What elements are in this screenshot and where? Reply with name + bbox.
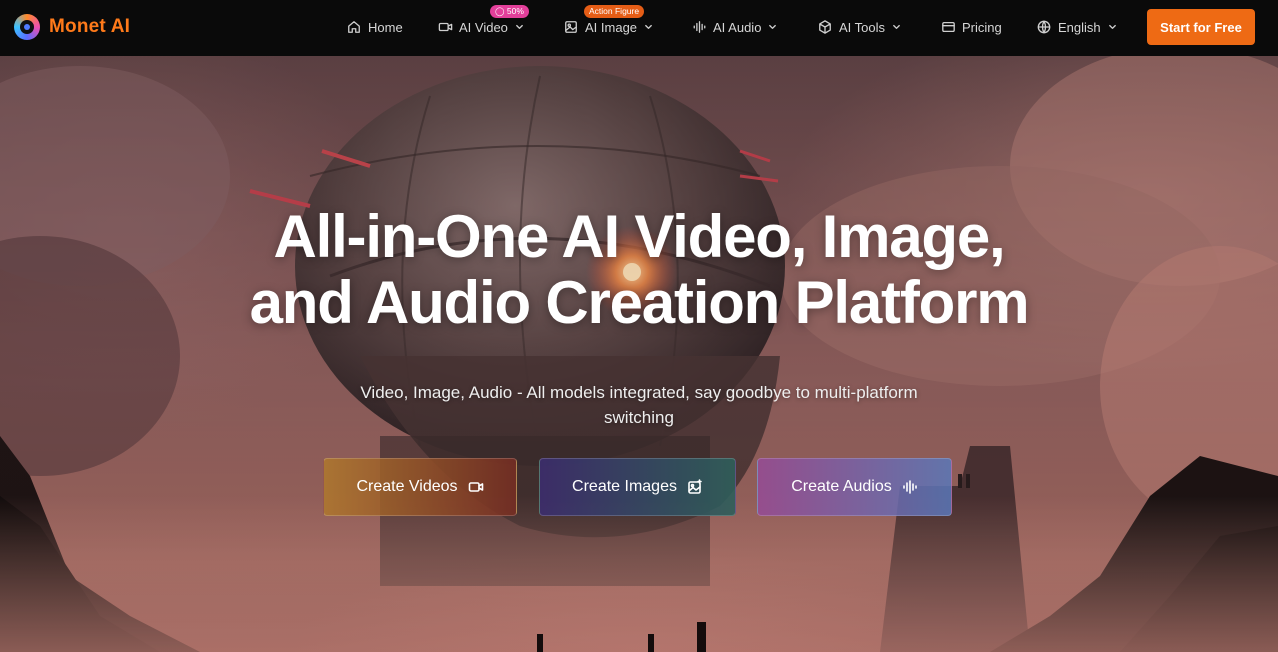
nav-item-ai-audio[interactable]: AI Audio [691, 17, 778, 37]
create-videos-button[interactable]: Create Videos [323, 458, 517, 516]
box-icon [817, 19, 833, 35]
hero-subtitle-line-2: switching [604, 408, 674, 427]
nav-item-pricing[interactable]: Pricing [940, 17, 1002, 37]
nav-item-label: AI Audio [713, 19, 762, 35]
video-icon [468, 479, 484, 495]
monet-logo-icon [14, 14, 40, 40]
start-for-free-button[interactable]: Start for Free [1147, 9, 1255, 45]
discount-badge-text: 50% [506, 6, 524, 16]
discount-badge: ◯ 50% [490, 5, 529, 18]
create-audios-button[interactable]: Create Audios [757, 458, 952, 516]
create-audios-label: Create Audios [791, 478, 892, 495]
create-images-button[interactable]: Create Images [539, 458, 736, 516]
hero-overlay [0, 56, 1278, 652]
create-images-label: Create Images [572, 478, 677, 495]
language-selector[interactable]: English [1036, 17, 1118, 37]
image-sparkle-icon [687, 479, 703, 495]
nav-item-label: AI Video [459, 19, 508, 35]
nav-item-label: English [1058, 19, 1101, 35]
hero-title-line-2: and Audio Creation Platform [249, 269, 1030, 336]
video-icon [437, 19, 453, 35]
hero-title-line-1: All-in-One AI Video, Image, [273, 203, 1005, 270]
create-videos-label: Create Videos [356, 478, 458, 495]
home-icon [346, 19, 362, 35]
hero-background [0, 56, 1278, 652]
top-navigation-bar: Monet AI Home AI Video ◯ 50% AI Image Ac… [0, 0, 1278, 56]
chevron-down-icon [515, 22, 525, 32]
card-icon [940, 19, 956, 35]
nav-item-ai-tools[interactable]: AI Tools [817, 17, 902, 37]
nav-item-label: AI Image [585, 19, 638, 35]
hero-subtitle: Video, Image, Audio - All models integra… [0, 380, 1278, 430]
audio-wave-icon [691, 19, 707, 35]
image-icon [563, 19, 579, 35]
nav-item-ai-video[interactable]: AI Video [437, 17, 525, 37]
hero-subtitle-line-1: Video, Image, Audio - All models integra… [360, 383, 918, 402]
action-figure-badge: Action Figure [584, 5, 645, 18]
nav-item-label: Pricing [962, 19, 1002, 35]
hero-title: All-in-One AI Video, Image, and Audio Cr… [0, 204, 1278, 336]
brand-name: Monet AI [49, 16, 131, 37]
nav-item-home[interactable]: Home [346, 17, 403, 37]
brand-logo-link[interactable]: Monet AI [14, 14, 130, 40]
audio-wave-icon [902, 479, 918, 495]
nav-item-label: AI Tools [839, 19, 886, 35]
chevron-down-icon [1108, 22, 1118, 32]
chevron-down-icon [644, 22, 654, 32]
chevron-down-icon [768, 22, 778, 32]
chevron-down-icon [892, 22, 902, 32]
nav-item-ai-image[interactable]: AI Image [563, 17, 654, 37]
nav-item-label: Home [368, 19, 403, 35]
globe-icon [1036, 19, 1052, 35]
